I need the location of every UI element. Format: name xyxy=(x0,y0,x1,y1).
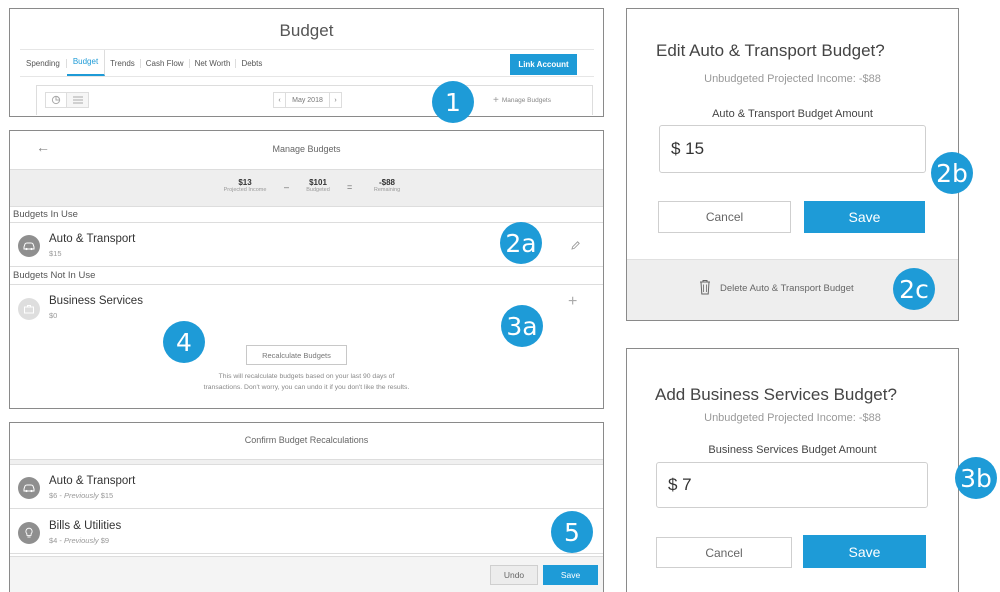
manage-budgets-link[interactable]: + Manage Budgets xyxy=(493,95,551,106)
add-dialog-subtitle: Unbudgeted Projected Income: -$88 xyxy=(704,412,881,424)
add-dialog-title: Add Business Services Budget? xyxy=(655,385,897,404)
car-icon xyxy=(18,477,40,499)
save-button[interactable]: Save xyxy=(543,565,598,585)
remaining-summary: -$88 Remaining xyxy=(364,178,410,193)
income-value: $13 xyxy=(238,178,252,187)
tab-debts[interactable]: Debts xyxy=(236,59,267,68)
cancel-button[interactable]: Cancel xyxy=(658,201,791,233)
link-account-button[interactable]: Link Account xyxy=(510,54,577,75)
edit-amount-input[interactable]: $ 15 xyxy=(659,125,926,173)
step-badge-5: 5 xyxy=(551,511,593,553)
tab-cash-flow[interactable]: Cash Flow xyxy=(141,58,190,68)
budget-header-panel: Budget Spending Budget Trends Cash Flow … xyxy=(9,8,604,117)
income-summary: $13 Projected Income xyxy=(215,178,275,193)
edit-field-label: Auto & Transport Budget Amount xyxy=(712,108,873,120)
page-title: Budget xyxy=(279,21,334,40)
plus-icon[interactable]: + xyxy=(568,293,577,311)
row2-previously-label: Previously xyxy=(64,536,99,545)
briefcase-icon xyxy=(18,298,40,320)
step-badge-1: 1 xyxy=(432,81,474,123)
recalc-row-auto-transport: Auto & Transport $6 - Previously $15 xyxy=(10,465,603,509)
nav-tabs: Spending Budget Trends Cash Flow Net Wor… xyxy=(20,49,594,77)
pencil-icon[interactable] xyxy=(570,238,581,256)
car-icon xyxy=(18,235,40,257)
step-badge-2a: 2a xyxy=(500,222,542,264)
budget-toolbar: ‹ May 2018 › + Manage Budgets xyxy=(36,85,593,115)
edit-dialog-title: Edit Auto & Transport Budget? xyxy=(656,41,885,60)
budget-summary-band: $13 Projected Income – $101 Budgeted = -… xyxy=(10,169,603,207)
view-toggle xyxy=(45,92,89,108)
manage-budgets-title: Manage Budgets xyxy=(272,144,341,154)
budgeted-label: Budgeted xyxy=(306,187,330,193)
trash-icon xyxy=(699,279,711,298)
equals-sign: = xyxy=(347,182,353,192)
row1-previous-value: $15 xyxy=(98,491,114,500)
next-month-button[interactable]: › xyxy=(329,92,342,108)
row2-new-value: $4 - xyxy=(49,536,65,545)
remaining-value: -$88 xyxy=(378,178,395,187)
current-month: May 2018 xyxy=(286,92,329,108)
budgeted-summary: $101 Budgeted xyxy=(298,178,338,193)
tab-spending[interactable]: Spending xyxy=(20,58,67,68)
section-header-in-use: Budgets In Use xyxy=(10,207,603,223)
cancel-button[interactable]: Cancel xyxy=(656,537,792,568)
recalculate-budgets-button[interactable]: Recalculate Budgets xyxy=(246,345,347,365)
recalculate-note-line-1: This will recalculate budgets based on y… xyxy=(218,373,395,380)
manage-budgets-label: Manage Budgets xyxy=(501,97,551,104)
edit-dialog-subtitle: Unbudgeted Projected Income: -$88 xyxy=(704,73,881,85)
tab-trends[interactable]: Trends xyxy=(105,58,141,68)
tab-budget[interactable]: Budget xyxy=(66,50,106,76)
delete-budget-label: Delete Auto & Transport Budget xyxy=(720,283,854,294)
row2-name: Bills & Utilities xyxy=(49,520,122,532)
add-field-label: Business Services Budget Amount xyxy=(708,444,877,456)
auto-transport-amount: $15 xyxy=(49,249,62,258)
delete-budget-link[interactable]: Delete Auto & Transport Budget xyxy=(699,279,854,298)
row2-change: $4 - Previously $9 xyxy=(49,536,109,545)
confirm-footer: Undo Save xyxy=(10,556,603,592)
manage-budgets-panel: ← Manage Budgets $13 Projected Income – … xyxy=(9,130,604,409)
add-amount-input[interactable]: $ 7 xyxy=(656,462,928,508)
business-services-name: Business Services xyxy=(49,295,143,307)
add-budget-dialog: Add Business Services Budget? Unbudgeted… xyxy=(626,348,959,592)
row2-previous-value: $9 xyxy=(98,536,110,545)
save-button[interactable]: Save xyxy=(803,535,926,568)
step-badge-2c: 2c xyxy=(893,268,935,310)
bulb-icon xyxy=(18,522,40,544)
prev-month-button[interactable]: ‹ xyxy=(273,92,286,108)
month-selector: ‹ May 2018 › xyxy=(273,92,342,108)
step-badge-4: 4 xyxy=(163,321,205,363)
recalculate-note-line-2: transactions. Don't worry, you can undo … xyxy=(203,384,410,391)
step-badge-3a: 3a xyxy=(501,305,543,347)
plus-icon: + xyxy=(493,95,499,106)
recalculate-note: This will recalculate budgets based on y… xyxy=(10,371,603,393)
step-badge-2b: 2b xyxy=(931,152,973,194)
auto-transport-name: Auto & Transport xyxy=(49,233,136,245)
undo-button[interactable]: Undo xyxy=(490,565,538,585)
business-services-amount: $0 xyxy=(49,311,58,320)
row1-new-value: $6 - xyxy=(49,491,65,500)
recalc-row-bills-utilities: Bills & Utilities $4 - Previously $9 xyxy=(10,510,603,554)
list-icon[interactable] xyxy=(67,92,89,108)
minus-sign: – xyxy=(284,182,290,192)
pie-chart-icon[interactable] xyxy=(45,92,67,108)
confirm-title: Confirm Budget Recalculations xyxy=(244,435,369,445)
section-header-not-in-use: Budgets Not In Use xyxy=(10,267,603,285)
row1-name: Auto & Transport xyxy=(49,475,136,487)
row1-change: $6 - Previously $15 xyxy=(49,491,113,500)
save-button[interactable]: Save xyxy=(804,201,925,233)
row1-previously-label: Previously xyxy=(64,491,99,500)
tab-net-worth[interactable]: Net Worth xyxy=(190,58,237,68)
budgeted-value: $101 xyxy=(309,178,327,187)
income-label: Projected Income xyxy=(223,187,267,193)
remaining-label: Remaining xyxy=(373,187,401,193)
confirm-recalculations-panel: Confirm Budget Recalculations Auto & Tra… xyxy=(9,422,604,592)
step-badge-3b: 3b xyxy=(955,457,997,499)
